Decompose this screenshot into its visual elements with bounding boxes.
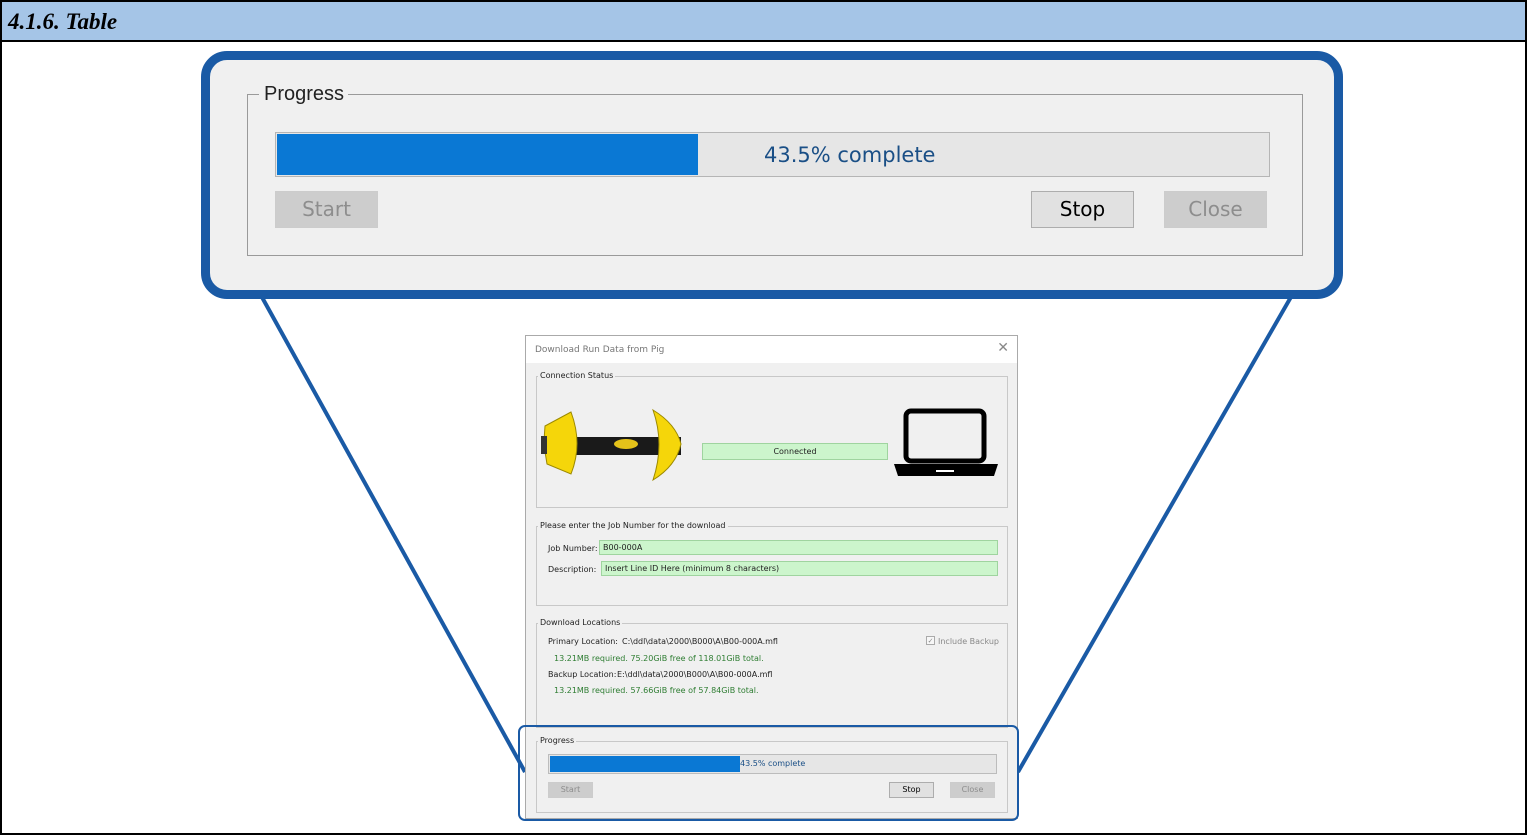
laptop-icon [894,408,998,476]
include-backup-label: Include Backup [938,637,999,646]
connection-legend: Connection Status [538,371,616,380]
start-button[interactable]: Start [275,191,378,228]
locations-legend: Download Locations [538,618,623,627]
backup-location-label: Backup Location: [548,670,617,679]
primary-location-path: C:\ddl\data\2000\B000\A\B00-000A.mfl [622,637,778,646]
backup-location-info: 13.21MB required. 57.66GiB free of 57.84… [554,686,759,695]
job-number-label: Job Number: [548,544,598,553]
connection-status-field: Connected [702,443,888,460]
progress-bar: 43.5% complete [275,132,1270,177]
job-number-field[interactable]: B00-000A [599,540,998,555]
close-icon[interactable]: ✕ [997,340,1009,356]
close-button[interactable]: Close [1164,191,1267,228]
progress-legend: Progress [259,83,349,106]
primary-location-label: Primary Location: [548,637,618,646]
dialog-title: Download Run Data from Pig [535,345,665,355]
primary-location-info: 13.21MB required. 75.20GiB free of 118.0… [554,654,764,663]
progress-bar-fill [277,134,698,175]
include-backup-checkbox[interactable]: ✓ [926,636,935,645]
description-field[interactable]: Insert Line ID Here (minimum 8 character… [601,561,998,576]
section-heading: 4.1.6. Table [8,9,118,34]
job-legend: Please enter the Job Number for the down… [538,521,728,530]
progress-text: 43.5% complete [764,143,936,167]
heading-bar: 4.1.6. Table [2,2,1525,42]
pig-device-icon [541,408,682,482]
description-label: Description: [548,565,597,574]
backup-location-path: E:\ddl\data\2000\B000\A\B00-000A.mfl [617,670,773,679]
progress-highlight-box [518,725,1019,821]
stop-button[interactable]: Stop [1031,191,1134,228]
progress-zoom-callout: Progress 43.5% complete Start Stop Close [201,51,1343,299]
dialog-titlebar: Download Run Data from Pig ✕ [526,336,1017,363]
